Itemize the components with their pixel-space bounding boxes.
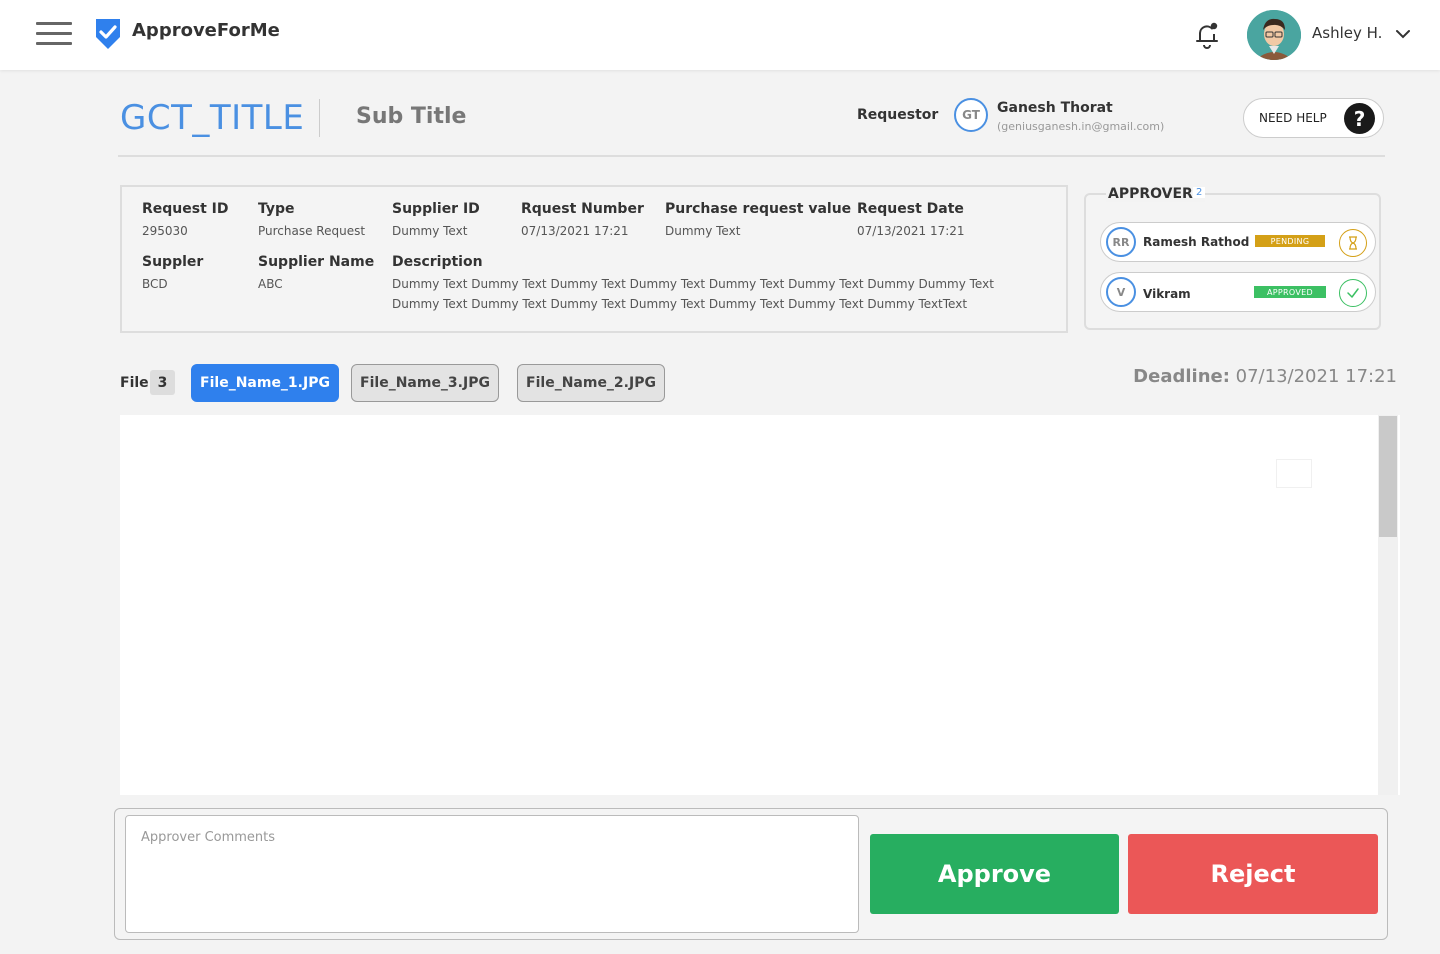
- hamburger-menu-icon[interactable]: [36, 22, 72, 46]
- approver-row[interactable]: RR Ramesh Rathod PENDING: [1100, 222, 1376, 262]
- file-tab-3[interactable]: File_Name_3.JPG: [351, 364, 499, 402]
- status-badge-pending: PENDING: [1255, 235, 1325, 247]
- deadline-label: Deadline:: [1133, 366, 1230, 387]
- page-title: GCT_TITLE: [120, 98, 305, 138]
- title-divider: [319, 99, 320, 137]
- requestor-avatar: GT: [954, 98, 988, 132]
- approver-comments-input[interactable]: [125, 815, 859, 933]
- deadline: Deadline: 07/13/2021 17:21: [1133, 366, 1397, 387]
- approver-name: Vikram: [1143, 287, 1191, 301]
- need-help-label: NEED HELP: [1259, 111, 1327, 125]
- supplier-id-field: Supplier ID Dummy Text: [392, 201, 480, 241]
- field-label: Request Date: [857, 201, 964, 217]
- file-preview-area[interactable]: [120, 415, 1400, 795]
- preview-placeholder: [1276, 459, 1312, 488]
- field-label: Purchase request value: [665, 201, 852, 217]
- field-label: Description: [392, 254, 483, 270]
- field-value: Purchase Request: [258, 224, 366, 238]
- field-label: Supplier ID: [392, 201, 480, 217]
- notification-bell-icon[interactable]: [1194, 20, 1220, 50]
- field-label: Supplier Name: [258, 254, 375, 270]
- question-mark-icon: ?: [1344, 103, 1375, 134]
- hourglass-icon: [1339, 229, 1367, 257]
- header-divider: [118, 155, 1385, 157]
- approver-avatar: RR: [1106, 227, 1136, 257]
- field-label: Suppler: [142, 254, 204, 270]
- field-value: 07/13/2021 17:21: [521, 224, 629, 238]
- field-value: ABC: [258, 277, 283, 291]
- request-number-field: Rquest Number 07/13/2021 17:21: [521, 201, 644, 241]
- request-id-field: Request ID 295030: [142, 201, 229, 241]
- approve-button[interactable]: Approve: [870, 834, 1119, 914]
- approver-avatar: V: [1106, 277, 1136, 307]
- page-subtitle: Sub Title: [356, 104, 467, 129]
- requestor-name: Ganesh Thorat: [997, 100, 1113, 116]
- file-tab-1[interactable]: File_Name_1.JPG: [191, 364, 339, 402]
- approvers-count-badge: 2: [1193, 187, 1206, 198]
- files-count-badge: 3: [150, 370, 175, 395]
- field-label: Type: [258, 201, 295, 217]
- field-value: 295030: [142, 224, 188, 238]
- preview-scrollbar-thumb[interactable]: [1379, 416, 1397, 537]
- request-details-card: Request ID 295030 Type Purchase Request …: [120, 185, 1068, 333]
- supplier-field: Suppler BCD: [142, 254, 203, 294]
- user-avatar[interactable]: [1247, 10, 1301, 60]
- file-tab-2[interactable]: File_Name_2.JPG: [517, 364, 665, 402]
- status-badge-approved: APPROVED: [1254, 286, 1326, 298]
- field-value: Dummy Text: [392, 224, 468, 238]
- supplier-name-field: Supplier Name ABC: [258, 254, 374, 294]
- shield-check-logo-icon: [96, 19, 120, 49]
- brand-name: ApproveForMe: [132, 20, 280, 41]
- field-value: Dummy Text: [665, 224, 741, 238]
- requestor-label: Requestor: [857, 107, 939, 123]
- approver-name: Ramesh Rathod: [1143, 235, 1250, 249]
- type-field: Type Purchase Request: [258, 201, 365, 241]
- user-name[interactable]: Ashley H.: [1312, 24, 1382, 42]
- chevron-down-icon[interactable]: [1394, 27, 1412, 41]
- field-value: Dummy Text Dummy Text Dummy Text Dummy T…: [392, 277, 994, 311]
- check-circle-icon: [1339, 279, 1367, 307]
- field-label: Request ID: [142, 201, 229, 217]
- reject-button[interactable]: Reject: [1128, 834, 1378, 914]
- description-field: Description Dummy Text Dummy Text Dummy …: [392, 254, 1042, 314]
- approver-row[interactable]: V Vikram APPROVED: [1100, 272, 1376, 312]
- field-value: 07/13/2021 17:21: [857, 224, 965, 238]
- field-value: BCD: [142, 277, 168, 291]
- approvers-title: APPROVERS: [1106, 186, 1205, 202]
- requestor-email: (geniusganesh.in@gmail.com): [997, 120, 1165, 133]
- field-label: Rquest Number: [521, 201, 644, 217]
- request-date-field: Request Date 07/13/2021 17:21: [857, 201, 965, 241]
- top-bar: ApproveForMe Ashley H.: [0, 0, 1440, 70]
- purchase-value-field: Purchase request value Dummy Text: [665, 201, 851, 241]
- need-help-button[interactable]: NEED HELP ?: [1243, 98, 1384, 138]
- files-label: File: [120, 375, 149, 391]
- deadline-value: 07/13/2021 17:21: [1235, 366, 1397, 387]
